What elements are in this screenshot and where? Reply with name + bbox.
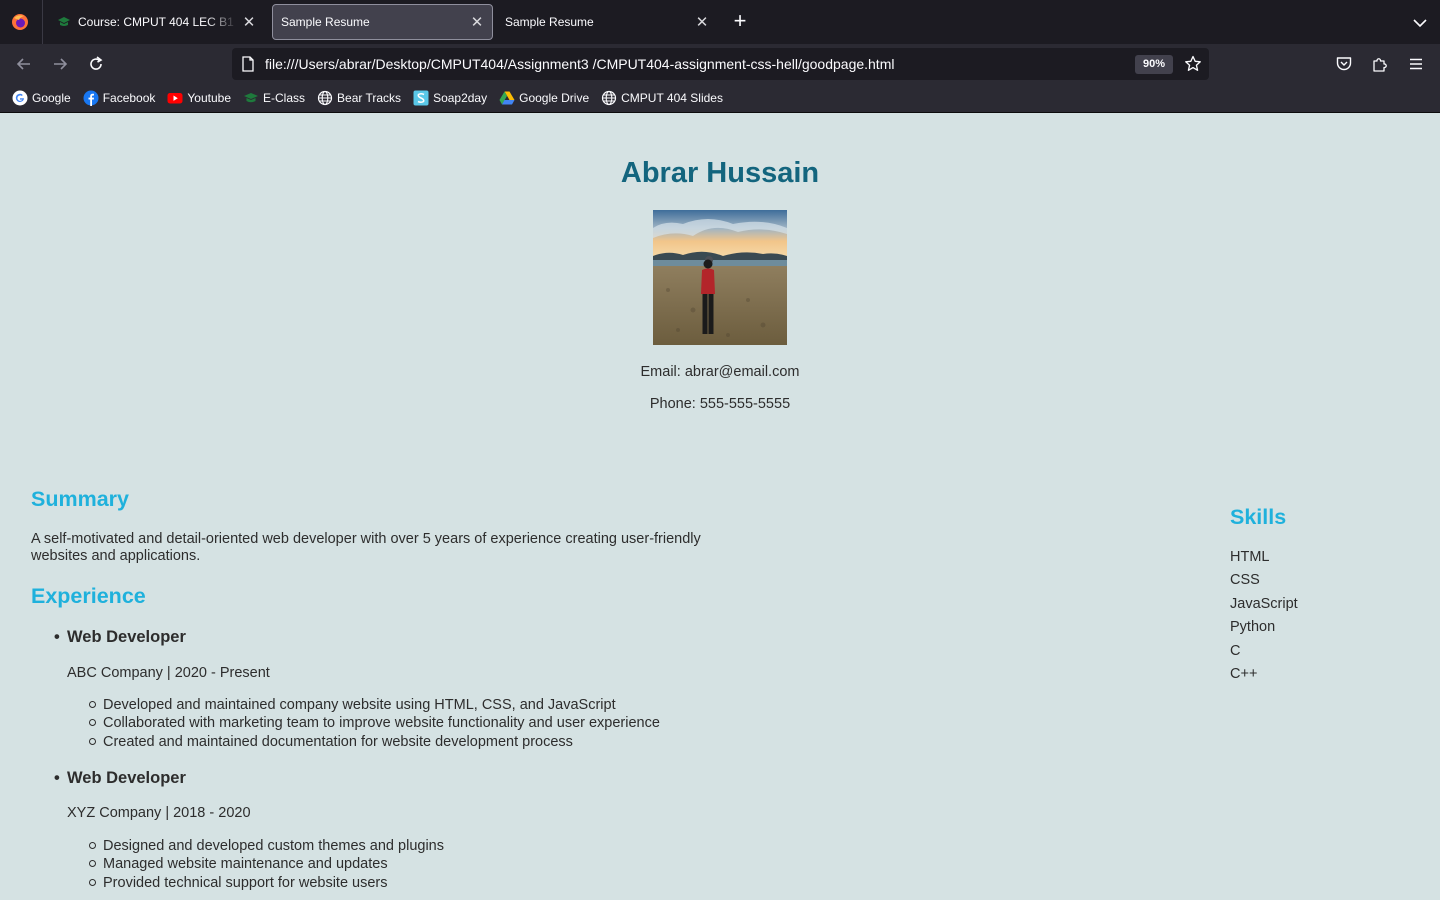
tab-title: Sample Resume — [505, 15, 594, 29]
job-company: XYZ Company | 2018 - 2020 — [67, 805, 251, 821]
url-text[interactable]: file:///Users/abrar/Desktop/CMPUT404/Ass… — [265, 56, 894, 72]
resume-page: Abrar Hussain Email: abrar@email.com Pho… — [0, 113, 1440, 900]
bookmark-bear-tracks[interactable]: Bear Tracks — [317, 90, 401, 106]
google-icon — [12, 90, 28, 106]
job-title-text: Web Developer — [67, 769, 186, 787]
globe-icon — [602, 90, 617, 106]
job-duty-text: Provided technical support for website u… — [103, 875, 388, 891]
summary-heading: Summary — [31, 487, 129, 511]
job-duty: Managed website maintenance and updates — [89, 856, 388, 872]
bookmark-label: CMPUT 404 Slides — [621, 91, 723, 105]
bookmark-label: Facebook — [102, 91, 156, 105]
facebook-icon — [83, 90, 99, 106]
job-duty-text: Created and maintained documentation for… — [103, 734, 573, 750]
bookmark-facebook[interactable]: Facebook — [83, 90, 156, 106]
job-duty: Collaborated with marketing team to impr… — [89, 715, 660, 731]
globe-icon — [317, 90, 333, 106]
page-icon[interactable] — [240, 56, 256, 72]
soap2day-icon — [413, 90, 429, 106]
bookmark-label: E-Class — [263, 91, 306, 105]
close-icon[interactable]: ✕ — [466, 13, 488, 31]
close-icon[interactable]: ✕ — [691, 13, 713, 31]
firefox-icon[interactable] — [10, 12, 30, 32]
eclass-icon — [58, 17, 70, 26]
bookmark-cmput404-slides[interactable]: CMPUT 404 Slides — [601, 90, 723, 106]
google-drive-icon — [499, 91, 515, 105]
job-company: ABC Company | 2020 - Present — [67, 665, 270, 681]
job-title: • Web Developer — [54, 769, 186, 787]
reload-icon[interactable] — [86, 54, 106, 74]
new-tab-plus-icon[interactable]: + — [729, 10, 751, 32]
bookmark-youtube[interactable]: Youtube — [167, 90, 231, 106]
bookmark-label: Bear Tracks — [337, 91, 402, 105]
hamburger-menu-icon[interactable] — [1407, 55, 1425, 73]
close-icon[interactable]: ✕ — [238, 13, 260, 31]
bookmark-star-icon[interactable] — [1184, 55, 1202, 73]
job-title-text: Web Developer — [67, 628, 186, 646]
back-arrow-icon[interactable] — [14, 54, 34, 74]
job-duty: Developed and maintained company website… — [89, 697, 616, 713]
job-duty: Created and maintained documentation for… — [89, 734, 573, 750]
skill-item: CSS — [1230, 572, 1260, 588]
skill-item: HTML — [1230, 549, 1270, 565]
bookmark-soap2day[interactable]: Soap2day — [413, 90, 487, 106]
profile-photo — [653, 210, 787, 345]
chevron-down-icon[interactable] — [1410, 13, 1430, 33]
bookmark-label: Google Drive — [519, 91, 590, 105]
eclass-icon — [244, 93, 259, 103]
skill-item: Python — [1230, 619, 1276, 635]
job-title: • Web Developer — [54, 628, 186, 646]
forward-arrow-icon[interactable] — [50, 54, 70, 74]
bookmark-google[interactable]: Google — [12, 90, 71, 106]
tab-sample-resume-active[interactable]: Sample Resume ✕ — [272, 4, 493, 40]
job-duty: Provided technical support for website u… — [89, 875, 388, 891]
contact-phone: Phone: 555-555-5555 — [649, 396, 791, 412]
tab-title: Course: CMPUT 404 LEC B1 - Winter 2023 — [78, 15, 238, 29]
zoom-level-badge[interactable]: 90% — [1135, 55, 1173, 74]
resume-name: Abrar Hussain — [620, 157, 820, 189]
tab-divider — [42, 0, 43, 44]
job-duty-text: Developed and maintained company website… — [103, 697, 616, 713]
job-duty-text: Managed website maintenance and updates — [103, 856, 388, 872]
bookmark-eclass[interactable]: E-Class — [243, 90, 305, 106]
bookmark-label: Youtube — [187, 91, 232, 105]
experience-heading: Experience — [31, 584, 146, 608]
summary-text: A self-motivated and detail-oriented web… — [31, 531, 701, 564]
tab-course[interactable]: Course: CMPUT 404 LEC B1 - Winter 2023 ✕ — [46, 4, 264, 40]
job-duty-text: Collaborated with marketing team to impr… — [103, 715, 660, 731]
skills-heading: Skills — [1230, 505, 1287, 529]
contact-email: Email: abrar@email.com — [640, 364, 800, 380]
bookmark-label: Google — [32, 91, 71, 105]
extensions-puzzle-icon[interactable] — [1371, 55, 1389, 73]
tab-title: Sample Resume — [281, 15, 370, 29]
job-duty-text: Designed and developed custom themes and… — [103, 838, 444, 854]
pocket-icon[interactable] — [1335, 55, 1353, 73]
youtube-icon — [167, 93, 183, 104]
bookmarks-toolbar: Google Facebook Youtube E-Class Bear Tra… — [0, 84, 1440, 113]
skill-item: C++ — [1230, 666, 1258, 682]
skill-item: JavaScript — [1230, 596, 1298, 612]
bookmark-google-drive[interactable]: Google Drive — [499, 90, 589, 106]
tab-sample-resume[interactable]: Sample Resume ✕ — [497, 4, 717, 40]
skill-item: C — [1230, 643, 1241, 659]
job-duty: Designed and developed custom themes and… — [89, 838, 444, 854]
bookmark-label: Soap2day — [433, 91, 488, 105]
